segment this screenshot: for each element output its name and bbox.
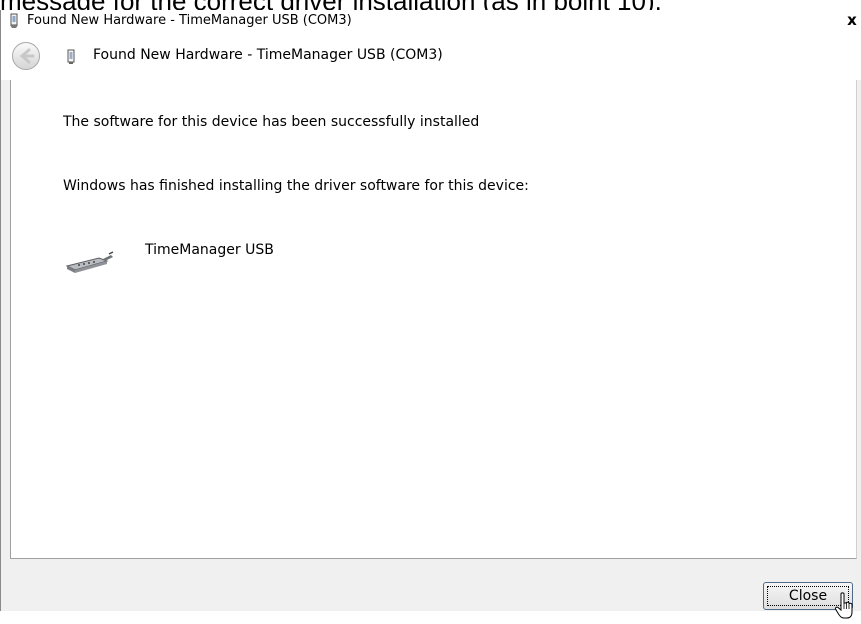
wizard-header: Found New Hardware - TimeManager USB (CO…: [1, 32, 861, 80]
back-arrow-icon[interactable]: [11, 41, 41, 71]
wizard-title: Found New Hardware - TimeManager USB (CO…: [93, 47, 443, 63]
wizard-content: The software for this device has been su…: [10, 80, 857, 559]
hardware-device-icon: [67, 49, 75, 65]
window-title: Found New Hardware - TimeManager USB (CO…: [27, 13, 352, 28]
close-window-icon[interactable]: x: [844, 10, 860, 30]
finished-message: Windows has finished installing the driv…: [63, 178, 529, 194]
title-bar: Found New Hardware - TimeManager USB (CO…: [1, 10, 861, 32]
success-message: The software for this device has been su…: [63, 114, 480, 130]
found-new-hardware-window: Found New Hardware - TimeManager USB (CO…: [0, 10, 861, 619]
device-name: TimeManager USB: [145, 242, 274, 258]
serial-connector-icon: [63, 250, 115, 276]
mouse-pointer-icon: [834, 592, 854, 620]
hardware-device-icon: [7, 13, 21, 29]
